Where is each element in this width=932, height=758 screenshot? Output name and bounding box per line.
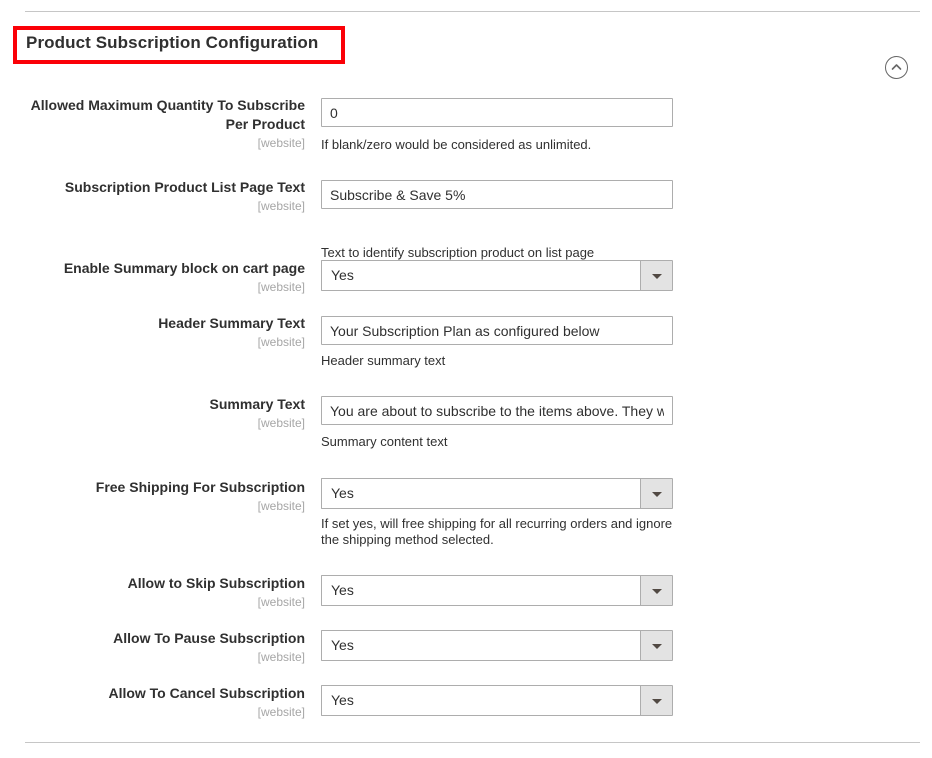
field-label-wrap-allow-to-cancel-subscription: Allow To Cancel Subscription [website] [25,684,305,720]
text-input-allowed-maximum-quantity-to-subscribe-per-product[interactable] [321,98,673,127]
section-bottom-divider [25,742,920,743]
field-scope-header-summary-text: [website] [257,335,305,349]
field-scope-allowed-maximum-quantity-to-subscribe-per-product: [website] [257,136,305,150]
text-input-header-summary-text[interactable] [321,316,673,345]
select-allow-to-cancel-subscription[interactable]: Yes [321,685,673,716]
caret-down-glyph [652,274,662,279]
field-label-enable-summary-block-on-cart-page: Enable Summary block on cart page [63,260,305,276]
field-scope-free-shipping-for-subscription: [website] [257,499,305,513]
field-control-summary-text [321,396,673,425]
select-free-shipping-for-subscription[interactable]: Yes [321,478,673,509]
field-label-allowed-maximum-quantity-to-subscribe-per-product: Allowed Maximum Quantity To Subscribe Pe… [30,97,305,132]
caret-down-glyph [652,492,662,497]
field-label-wrap-free-shipping-for-subscription: Free Shipping For Subscription [website] [25,478,305,514]
select-allow-to-skip-subscription[interactable]: Yes [321,575,673,606]
field-scope-allow-to-skip-subscription: [website] [257,595,305,609]
field-scope-subscription-product-list-page-text: [website] [257,199,305,213]
chevron-down-icon[interactable] [640,630,673,661]
caret-down-glyph [652,589,662,594]
chevron-down-icon[interactable] [640,685,673,716]
field-comment-allowed-maximum-quantity-to-subscribe-per-product: If blank/zero would be considered as unl… [321,137,592,152]
field-scope-allow-to-pause-subscription: [website] [257,650,305,664]
field-comment-free-shipping-for-subscription: If set yes, will free shipping for all r… [321,516,673,547]
chevron-up-circle-icon[interactable] [885,56,908,79]
field-comment-header-summary-text: Header summary text [321,353,446,368]
chevron-down-icon[interactable] [640,575,673,606]
field-control-allow-to-skip-subscription: Yes [321,575,673,606]
field-label-allow-to-skip-subscription: Allow to Skip Subscription [127,575,305,591]
field-control-allowed-maximum-quantity-to-subscribe-per-product [321,98,673,127]
field-label-allow-to-pause-subscription: Allow To Pause Subscription [113,630,305,646]
field-label-header-summary-text: Header Summary Text [158,315,305,331]
field-label-wrap-summary-text: Summary Text [website] [25,395,305,431]
field-label-free-shipping-for-subscription: Free Shipping For Subscription [95,479,305,495]
field-control-allow-to-cancel-subscription: Yes [321,685,673,716]
select-enable-summary-block-on-cart-page[interactable]: Yes [321,260,673,291]
field-scope-enable-summary-block-on-cart-page: [website] [257,280,305,294]
field-control-header-summary-text [321,316,673,345]
select-value-allow-to-skip-subscription[interactable]: Yes [321,575,641,606]
text-input-summary-text[interactable] [321,396,673,425]
field-control-subscription-product-list-page-text [321,180,673,209]
select-value-allow-to-cancel-subscription[interactable]: Yes [321,685,641,716]
select-value-enable-summary-block-on-cart-page[interactable]: Yes [321,260,641,291]
field-label-wrap-header-summary-text: Header Summary Text [website] [25,314,305,350]
config-section-page: Product Subscription Configuration Allow… [0,0,932,758]
section-header[interactable]: Product Subscription Configuration [0,22,932,79]
field-control-enable-summary-block-on-cart-page: Yes [321,260,673,291]
select-allow-to-pause-subscription[interactable]: Yes [321,630,673,661]
field-label-wrap-allow-to-skip-subscription: Allow to Skip Subscription [website] [25,574,305,610]
text-input-subscription-product-list-page-text[interactable] [321,180,673,209]
field-scope-summary-text: [website] [257,416,305,430]
select-value-free-shipping-for-subscription[interactable]: Yes [321,478,641,509]
field-label-wrap-allowed-maximum-quantity-to-subscribe-per-product: Allowed Maximum Quantity To Subscribe Pe… [25,96,305,151]
chevron-down-icon[interactable] [640,478,673,509]
field-label-summary-text: Summary Text [209,396,305,412]
caret-down-glyph [652,699,662,704]
field-control-free-shipping-for-subscription: Yes [321,478,673,509]
field-comment-summary-text: Summary content text [321,434,448,449]
chevron-down-icon[interactable] [640,260,673,291]
field-label-subscription-product-list-page-text: Subscription Product List Page Text [64,179,305,195]
caret-down-glyph [652,644,662,649]
page-title: Product Subscription Configuration [26,33,319,52]
field-comment-subscription-product-list-page-text: Text to identify subscription product on… [321,245,595,260]
field-control-allow-to-pause-subscription: Yes [321,630,673,661]
field-label-allow-to-cancel-subscription: Allow To Cancel Subscription [108,685,305,701]
field-label-wrap-subscription-product-list-page-text: Subscription Product List Page Text [webs… [25,178,305,214]
field-scope-allow-to-cancel-subscription: [website] [257,705,305,719]
field-label-wrap-enable-summary-block-on-cart-page: Enable Summary block on cart page [websit… [25,259,305,295]
field-label-wrap-allow-to-pause-subscription: Allow To Pause Subscription [website] [25,629,305,665]
section-top-divider [25,11,920,12]
select-value-allow-to-pause-subscription[interactable]: Yes [321,630,641,661]
